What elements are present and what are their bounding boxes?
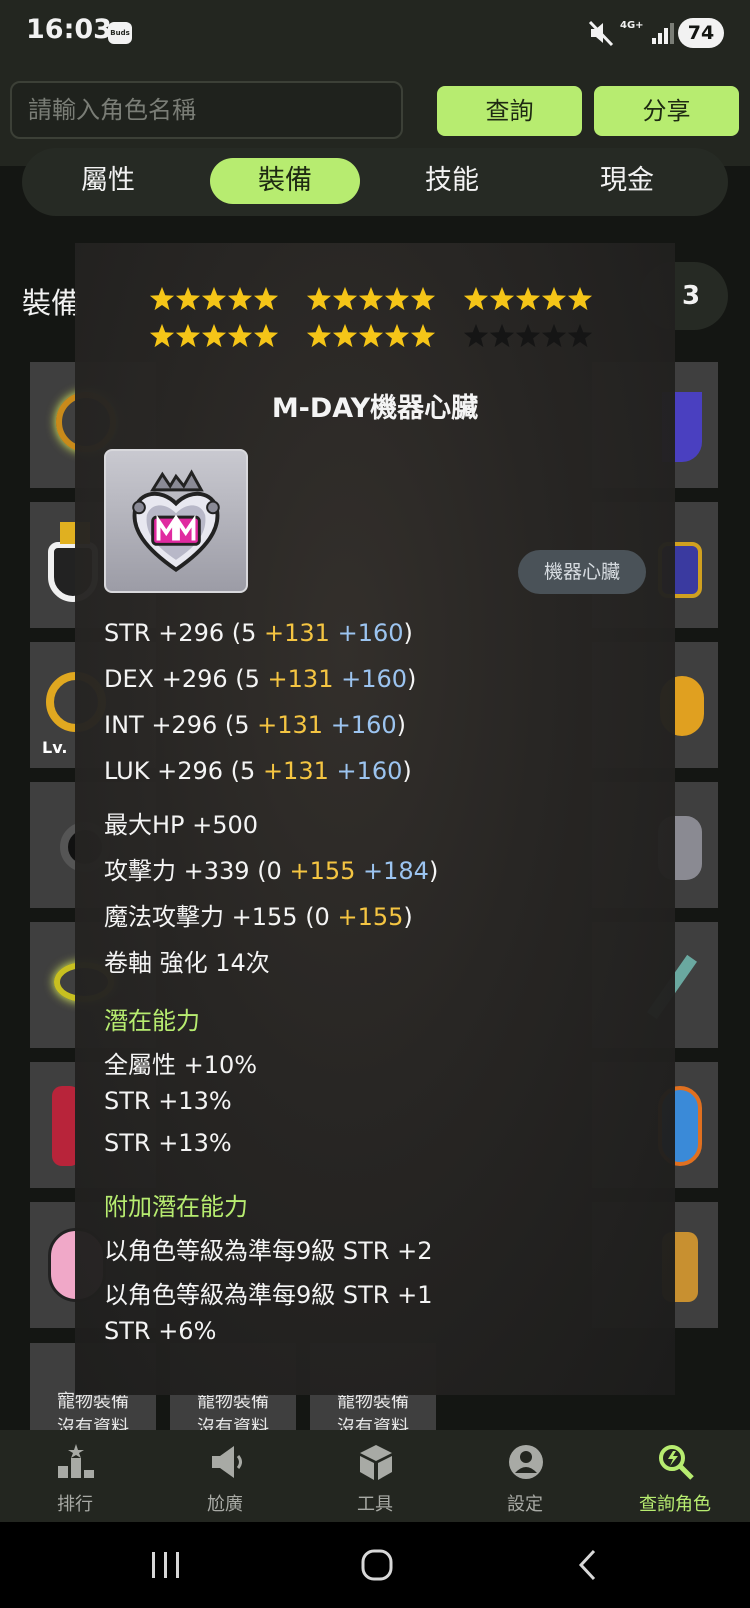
nav-search-character[interactable]: 查詢角色: [600, 1430, 750, 1522]
search-character-icon: [659, 1445, 694, 1480]
star-icon: [201, 286, 227, 311]
star-icon: [306, 286, 332, 311]
stat-str: STR +296 (5 +131 +160): [104, 619, 413, 647]
star-icon: [358, 286, 384, 311]
level-label: Lv.: [42, 738, 68, 757]
star-icon: [253, 323, 279, 348]
nav-label: 尬廣: [207, 1494, 243, 1515]
box-icon: [360, 1445, 392, 1480]
nav-label: 工具: [357, 1494, 393, 1515]
equipment-section-title: 裝備: [22, 286, 81, 320]
query-button[interactable]: 查詢: [437, 86, 582, 136]
additional-potential-line: STR +6%: [104, 1317, 217, 1345]
item-name: M-DAY機器心臟: [271, 393, 479, 424]
star-icon: [463, 323, 489, 348]
star-force-row-2: [149, 323, 609, 359]
scroll-upgrade-count: 卷軸 強化 14次: [104, 949, 270, 977]
status-time: 16:03: [26, 14, 112, 45]
star-icon: [227, 286, 253, 311]
signal-icon: [652, 23, 674, 44]
recent-apps-icon[interactable]: [150, 1550, 182, 1580]
star-icon: [541, 323, 567, 348]
network-type: 4G+: [620, 20, 644, 31]
potential-title: 潛在能力: [104, 1007, 200, 1035]
stat-dex: DEX +296 (5 +131 +160): [104, 665, 417, 693]
potential-line: 全屬性 +10%: [104, 1051, 258, 1079]
nav-megaphone[interactable]: 尬廣: [150, 1430, 300, 1522]
star-icon: [489, 286, 515, 311]
star-icon: [253, 286, 279, 311]
ranking-icon: [58, 1444, 94, 1478]
item-detail-popup[interactable]: M-DAY機器心臟 機器心臟 STR +296 (5 +131 +160) DE…: [75, 243, 675, 1395]
system-navigation-bar: [0, 1522, 750, 1608]
additional-potential-title: 附加潛在能力: [104, 1193, 248, 1221]
character-search-input[interactable]: [10, 81, 403, 139]
additional-potential-line: 以角色等級為準每9級 STR +2: [104, 1237, 433, 1265]
nav-ranking[interactable]: 排行: [0, 1430, 150, 1522]
star-icon: [515, 323, 541, 348]
star-icon: [227, 323, 253, 348]
star-icon: [384, 323, 410, 348]
status-bar: 16:03 Buds 4G+ 74: [0, 0, 750, 66]
star-icon: [541, 286, 567, 311]
stat-magic-attack: 魔法攻擊力 +155 (0 +155): [104, 903, 413, 931]
nav-tools[interactable]: 工具: [300, 1430, 450, 1522]
stat-max-hp: 最大HP +500: [104, 811, 259, 839]
nav-settings[interactable]: 設定: [450, 1430, 600, 1522]
tab-equipment[interactable]: 裝備: [210, 158, 360, 204]
star-icon: [410, 323, 436, 348]
star-icon: [306, 323, 332, 348]
back-icon[interactable]: [576, 1548, 600, 1582]
tab-bar: 屬性 裝備 技能 現金: [22, 148, 728, 216]
star-icon: [175, 286, 201, 311]
buds-icon: Buds: [108, 22, 132, 44]
star-icon: [410, 286, 436, 311]
star-icon: [149, 286, 175, 311]
tab-skills[interactable]: 技能: [372, 158, 532, 204]
bottom-navigation: 排行 尬廣 工具 設定 查詢角色: [0, 1430, 750, 1522]
machine-heart-icon: [132, 469, 220, 572]
stat-int: INT +296 (5 +131 +160): [104, 711, 406, 739]
stat-luk: LUK +296 (5 +131 +160): [104, 757, 412, 785]
star-icon: [567, 323, 593, 348]
nav-label: 設定: [507, 1494, 543, 1515]
additional-potential-line: 以角色等級為準每9級 STR +1: [104, 1281, 433, 1309]
item-category-badge: 機器心臟: [518, 550, 646, 594]
star-force-row-1: [149, 286, 609, 322]
tab-attributes[interactable]: 屬性: [28, 158, 188, 204]
mute-icon: [588, 20, 614, 47]
megaphone-icon: [212, 1446, 242, 1478]
star-icon: [384, 286, 410, 311]
potential-line: STR +13%: [104, 1087, 232, 1115]
nav-label: 查詢角色: [639, 1494, 711, 1515]
star-icon: [332, 323, 358, 348]
star-icon: [463, 286, 489, 311]
star-icon: [515, 286, 541, 311]
nav-label: 排行: [57, 1494, 93, 1515]
star-icon: [149, 323, 175, 348]
star-icon: [358, 323, 384, 348]
star-icon: [567, 286, 593, 311]
account-icon: [509, 1445, 543, 1479]
star-icon: [201, 323, 227, 348]
share-button[interactable]: 分享: [594, 86, 739, 136]
home-icon[interactable]: [360, 1548, 394, 1582]
star-icon: [332, 286, 358, 311]
star-icon: [489, 323, 515, 348]
battery-indicator: 74: [678, 18, 724, 48]
potential-line: STR +13%: [104, 1129, 232, 1157]
star-icon: [175, 323, 201, 348]
stat-attack: 攻擊力 +339 (0 +155 +184): [104, 857, 439, 885]
item-image: [104, 449, 248, 593]
tab-cash[interactable]: 現金: [552, 158, 702, 204]
